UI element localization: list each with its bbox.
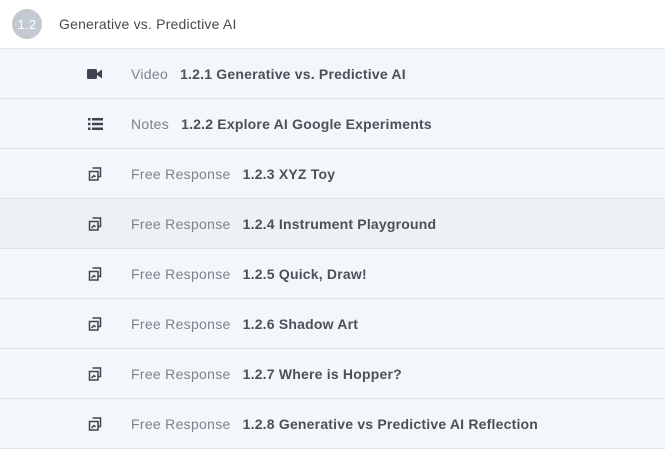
lesson-title[interactable]: 1.2.4 Instrument Playground <box>243 216 437 232</box>
free-response-icon <box>86 165 104 183</box>
section-title: Generative vs. Predictive AI <box>59 16 237 32</box>
lesson-item-free-response[interactable]: Free Response 1.2.5 Quick, Draw! <box>0 249 665 299</box>
free-response-icon <box>86 365 104 383</box>
lesson-item-free-response[interactable]: Free Response 1.2.7 Where is Hopper? <box>0 349 665 399</box>
free-response-icon <box>86 215 104 233</box>
section-number-badge: 1.2 <box>12 9 42 39</box>
lesson-title[interactable]: 1.2.3 XYZ Toy <box>243 166 336 182</box>
lesson-type-label: Free Response <box>131 365 231 382</box>
lesson-type-label: Free Response <box>131 165 231 182</box>
lesson-type-label: Video <box>131 65 169 82</box>
lesson-type-label: Notes <box>131 115 170 132</box>
lesson-item-free-response[interactable]: Free Response 1.2.6 Shadow Art <box>0 299 665 349</box>
video-camera-icon <box>86 65 104 83</box>
lesson-title[interactable]: 1.2.5 Quick, Draw! <box>243 266 367 282</box>
lesson-type-label: Free Response <box>131 415 231 432</box>
lesson-type-label: Free Response <box>131 315 231 332</box>
lesson-item-notes[interactable]: Notes 1.2.2 Explore AI Google Experiment… <box>0 99 665 149</box>
lesson-type-label: Free Response <box>131 265 231 282</box>
lesson-type-label: Free Response <box>131 215 231 232</box>
free-response-icon <box>86 315 104 333</box>
lesson-item-video[interactable]: Video 1.2.1 Generative vs. Predictive AI <box>0 49 665 99</box>
lesson-title[interactable]: 1.2.2 Explore AI Google Experiments <box>181 116 432 132</box>
section-header[interactable]: 1.2 Generative vs. Predictive AI <box>0 0 665 49</box>
lesson-title[interactable]: 1.2.7 Where is Hopper? <box>243 366 402 382</box>
free-response-icon <box>86 265 104 283</box>
lesson-item-free-response[interactable]: Free Response 1.2.8 Generative vs Predic… <box>0 399 665 449</box>
lesson-item-free-response[interactable]: Free Response 1.2.4 Instrument Playgroun… <box>0 199 665 249</box>
lesson-item-free-response[interactable]: Free Response 1.2.3 XYZ Toy <box>0 149 665 199</box>
lesson-title[interactable]: 1.2.1 Generative vs. Predictive AI <box>180 66 406 82</box>
lesson-title[interactable]: 1.2.8 Generative vs Predictive AI Reflec… <box>243 416 538 432</box>
lesson-title[interactable]: 1.2.6 Shadow Art <box>243 316 359 332</box>
list-icon <box>86 115 104 133</box>
free-response-icon <box>86 415 104 433</box>
